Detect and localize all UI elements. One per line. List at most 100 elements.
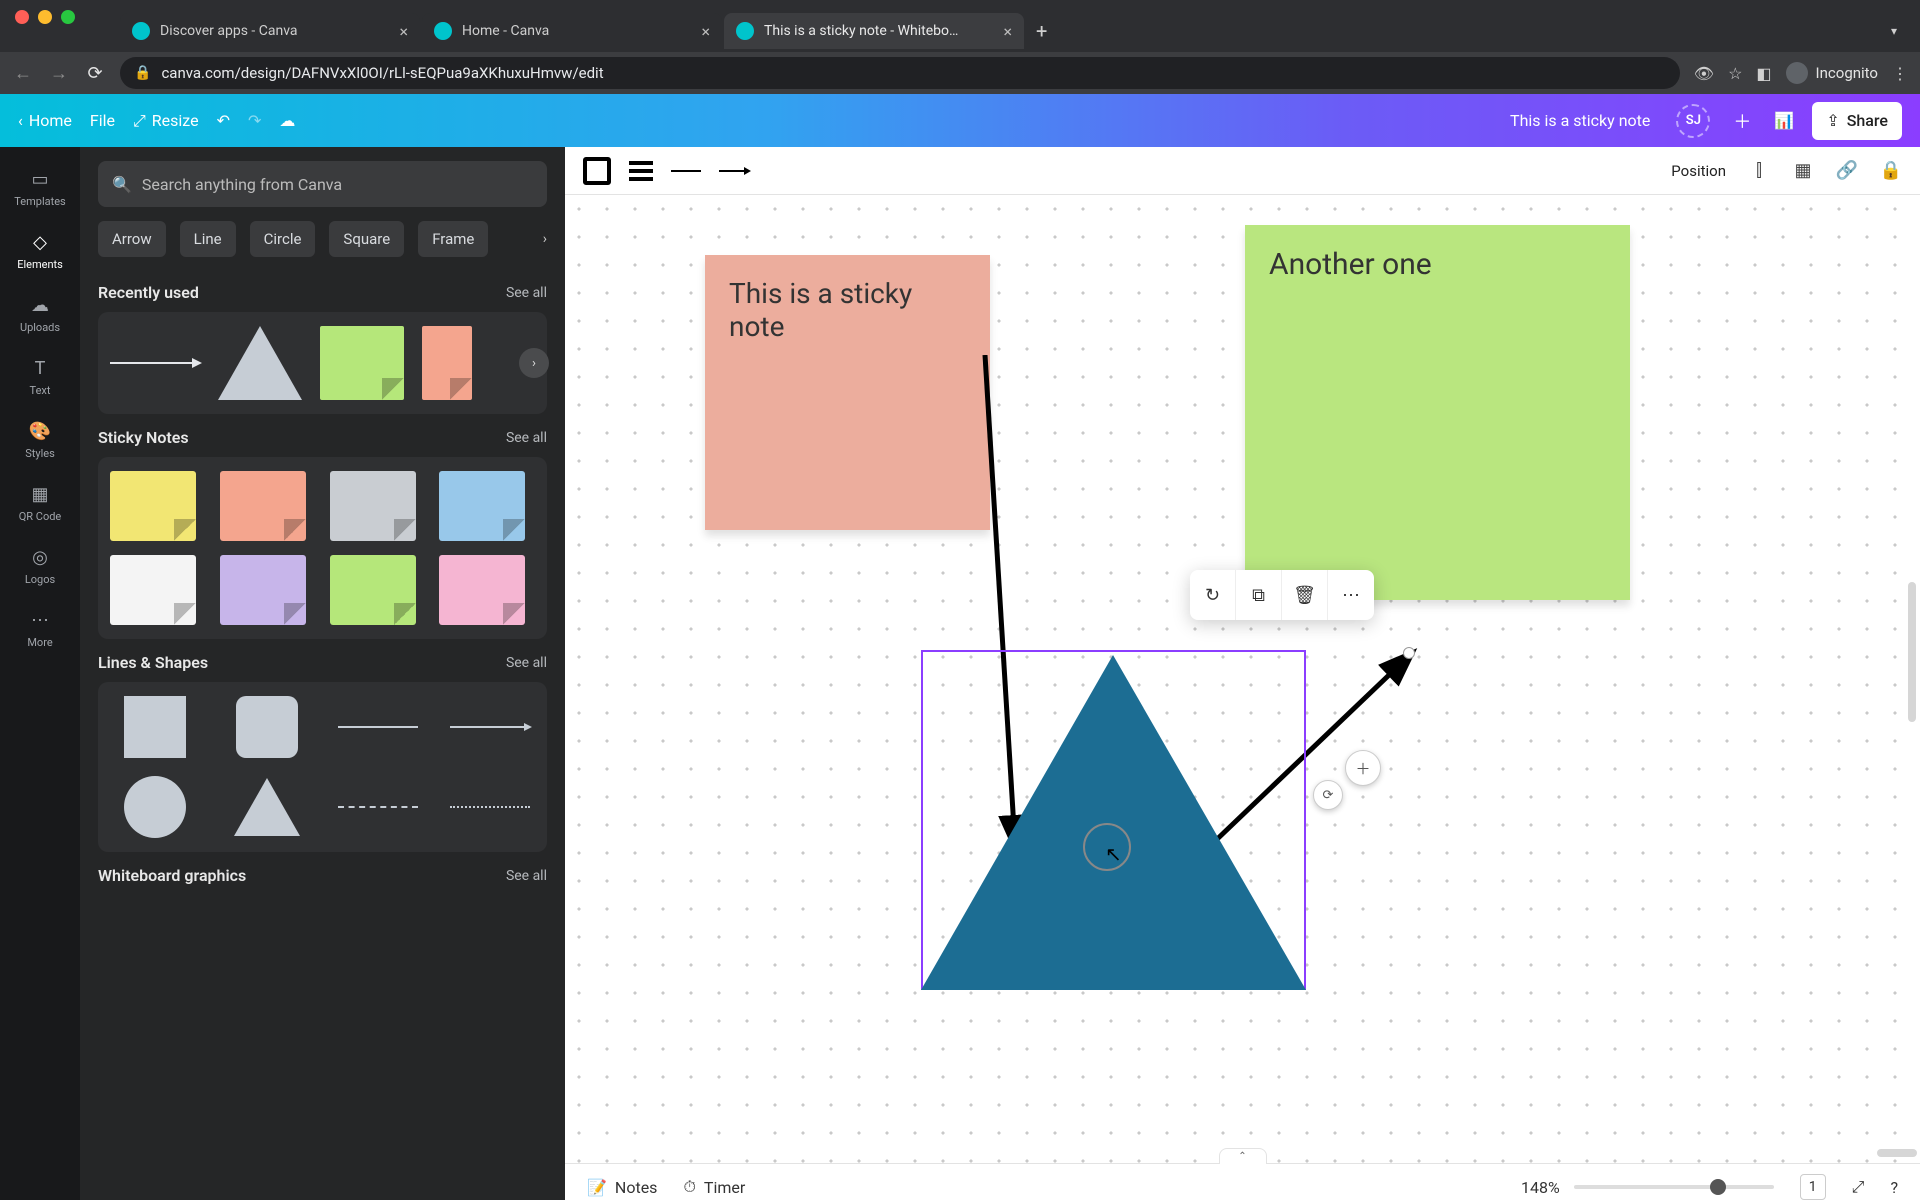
shape-circle[interactable]: [124, 776, 186, 838]
avatar[interactable]: SJ: [1676, 104, 1710, 138]
shape-square[interactable]: [124, 696, 186, 758]
delete-button[interactable]: 🗑: [1282, 570, 1328, 620]
resize-button[interactable]: ⤢ Resize: [133, 111, 199, 131]
tab-1[interactable]: Discover apps - Canva ×: [120, 13, 420, 49]
close-icon[interactable]: ×: [1003, 22, 1012, 41]
rail-uploads[interactable]: ☁︎Uploads: [0, 283, 80, 342]
sticky-white[interactable]: [110, 555, 196, 625]
window-zoom[interactable]: [61, 10, 75, 24]
line-start-style[interactable]: [671, 170, 701, 172]
duplicate-button[interactable]: ⧉: [1236, 570, 1282, 620]
window-minimize[interactable]: [38, 10, 52, 24]
redo-button[interactable]: ↷: [248, 111, 261, 130]
rotate-handle[interactable]: ⟳: [1313, 780, 1343, 810]
eye-off-icon[interactable]: 👁: [1694, 64, 1714, 83]
tab-list-dropdown[interactable]: ▾: [1876, 24, 1912, 38]
rail-more[interactable]: ⋯More: [0, 598, 80, 657]
chip-line[interactable]: Line: [180, 221, 236, 257]
quick-action-button[interactable]: ↻: [1190, 570, 1236, 620]
rail-elements[interactable]: ◇Elements: [0, 220, 80, 279]
line-weight-button[interactable]: [629, 161, 653, 181]
see-all-lines[interactable]: See all: [506, 655, 547, 671]
canvas-sticky-1[interactable]: This is a sticky note: [705, 255, 990, 530]
sticky-lilac[interactable]: [220, 555, 306, 625]
recent-triangle-element[interactable]: [218, 326, 302, 400]
file-menu[interactable]: File: [90, 111, 115, 130]
sticky-blue[interactable]: [439, 471, 525, 541]
zoom-slider-thumb[interactable]: [1710, 1179, 1726, 1195]
sticky-salmon[interactable]: [220, 471, 306, 541]
home-button[interactable]: ‹ Home: [18, 111, 72, 130]
extensions-icon[interactable]: ◧: [1756, 64, 1771, 83]
help-button[interactable]: ?: [1890, 1178, 1898, 1197]
shape-arrow-line[interactable]: [450, 726, 530, 728]
chip-arrow[interactable]: Arrow: [98, 221, 166, 257]
chip-square[interactable]: Square: [329, 221, 404, 257]
reload-button[interactable]: ⟳: [84, 63, 106, 84]
rail-styles[interactable]: 🎨Styles: [0, 409, 80, 468]
chip-frame[interactable]: Frame: [418, 221, 488, 257]
timer-button[interactable]: ⏱Timer: [683, 1177, 745, 1197]
canvas-sticky-2[interactable]: Another one: [1245, 225, 1630, 600]
shape-line[interactable]: [338, 726, 418, 728]
recent-green-sticky[interactable]: [320, 326, 404, 400]
drag-add-handle[interactable]: ＋: [1345, 750, 1381, 786]
link-icon[interactable]: 🔗: [1836, 160, 1858, 182]
undo-button[interactable]: ↶: [217, 111, 230, 130]
share-button[interactable]: ⇪ Share: [1812, 102, 1902, 140]
sticky-yellow[interactable]: [110, 471, 196, 541]
lock-icon[interactable]: 🔒: [1880, 160, 1902, 182]
insights-button[interactable]: 📊: [1774, 111, 1794, 130]
canvas-triangle-shape[interactable]: [921, 655, 1306, 990]
border-style-button[interactable]: [583, 157, 611, 185]
line-end-style[interactable]: [719, 170, 749, 172]
rail-templates[interactable]: ▭Templates: [0, 157, 80, 216]
transparency-icon[interactable]: ▦: [1792, 160, 1814, 182]
chip-circle[interactable]: Circle: [250, 221, 316, 257]
incognito-badge[interactable]: Incognito: [1786, 62, 1878, 84]
bookmark-star-icon[interactable]: ☆: [1728, 64, 1742, 83]
line-endpoint-handle-end[interactable]: [1403, 647, 1415, 659]
shape-dashed-line[interactable]: [338, 806, 418, 808]
elbow-tool-icon[interactable]: ⫿: [1748, 160, 1770, 182]
see-all-wbgraphics[interactable]: See all: [506, 868, 547, 884]
chips-scroll-right[interactable]: ›: [513, 221, 547, 257]
see-all-recent[interactable]: See all: [506, 285, 547, 301]
shape-rounded-square[interactable]: [236, 696, 298, 758]
window-close[interactable]: [15, 10, 29, 24]
document-title[interactable]: This is a sticky note: [1510, 111, 1650, 130]
zoom-slider-track[interactable]: [1574, 1185, 1774, 1189]
close-icon[interactable]: ×: [399, 22, 408, 41]
sticky-grey[interactable]: [330, 471, 416, 541]
tab-2[interactable]: Home - Canva ×: [422, 13, 722, 49]
shape-dotted-line[interactable]: [450, 806, 530, 808]
vertical-scrollbar[interactable]: [1908, 582, 1916, 722]
whiteboard-canvas[interactable]: This is a sticky note Another one: [565, 195, 1920, 1163]
rail-text[interactable]: TText: [0, 346, 80, 405]
horizontal-scrollbar[interactable]: [1877, 1149, 1917, 1157]
add-collaborator-button[interactable]: ＋: [1728, 107, 1756, 135]
notes-button[interactable]: 📝Notes: [587, 1178, 657, 1197]
recent-salmon-sticky[interactable]: [422, 326, 472, 400]
close-icon[interactable]: ×: [701, 22, 710, 41]
zoom-control[interactable]: 148%: [1521, 1178, 1774, 1197]
fullscreen-button[interactable]: ⤢: [1852, 1177, 1865, 1197]
recent-arrow-element[interactable]: [110, 362, 200, 364]
shape-triangle[interactable]: [234, 778, 300, 836]
kebab-menu-icon[interactable]: ⋮: [1892, 64, 1908, 83]
address-bar[interactable]: 🔒 canva.com/design/DAFNVxXl0OI/rLl-sEQPu…: [120, 57, 1680, 89]
more-actions-button[interactable]: ⋯: [1328, 570, 1374, 620]
search-input[interactable]: 🔍 Search anything from Canva: [98, 161, 547, 207]
page-indicator[interactable]: 1: [1800, 1174, 1826, 1200]
position-button[interactable]: Position: [1671, 162, 1726, 180]
back-button[interactable]: ←: [12, 63, 34, 84]
rail-qrcode[interactable]: ▦QR Code: [0, 472, 80, 531]
tab-3[interactable]: This is a sticky note - Whitebo… ×: [724, 13, 1024, 49]
expand-pages-button[interactable]: ⌃: [1219, 1148, 1267, 1164]
sticky-pink[interactable]: [439, 555, 525, 625]
rail-logos[interactable]: ◎Logos: [0, 535, 80, 594]
sticky-green[interactable]: [330, 555, 416, 625]
cloud-sync-icon[interactable]: ☁︎: [279, 111, 295, 130]
recent-scroll-next[interactable]: ›: [519, 348, 549, 378]
see-all-sticky[interactable]: See all: [506, 430, 547, 446]
